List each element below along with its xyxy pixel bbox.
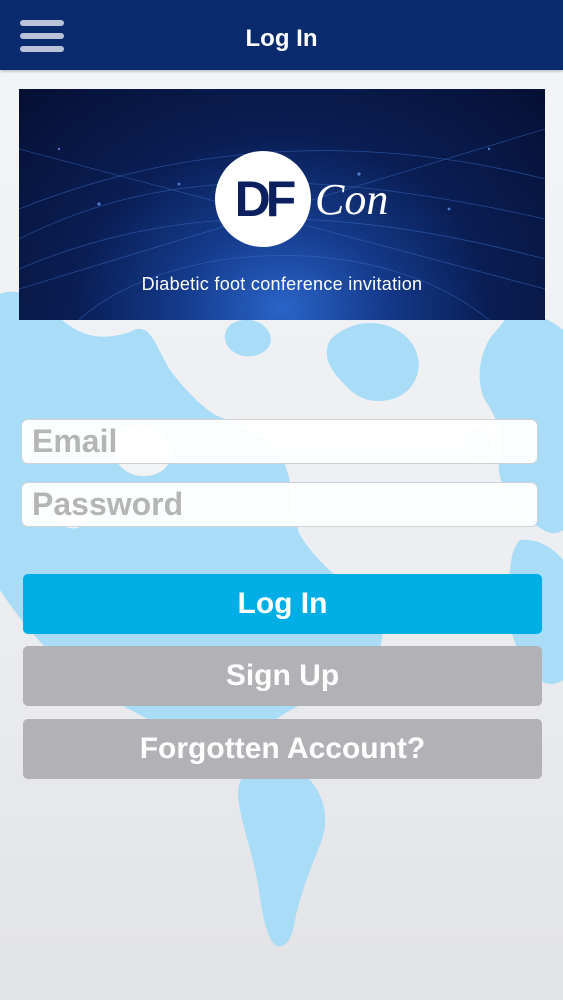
banner-tagline: Diabetic foot conference invitation xyxy=(141,274,423,294)
top-app-bar: Log In xyxy=(0,0,563,70)
page-title: Log In xyxy=(245,25,318,52)
signup-button[interactable]: Sign Up xyxy=(23,646,542,706)
conference-banner: DF Con Diabetic foot conference invitati… xyxy=(19,89,545,320)
dfcon-logo-mark: DF xyxy=(215,151,311,247)
email-field[interactable] xyxy=(21,419,538,464)
forgotten-account-button[interactable]: Forgotten Account? xyxy=(23,719,542,779)
dfcon-logo-wordmark: Con xyxy=(315,175,389,224)
password-field[interactable] xyxy=(21,482,538,527)
login-button[interactable]: Log In xyxy=(23,574,542,634)
